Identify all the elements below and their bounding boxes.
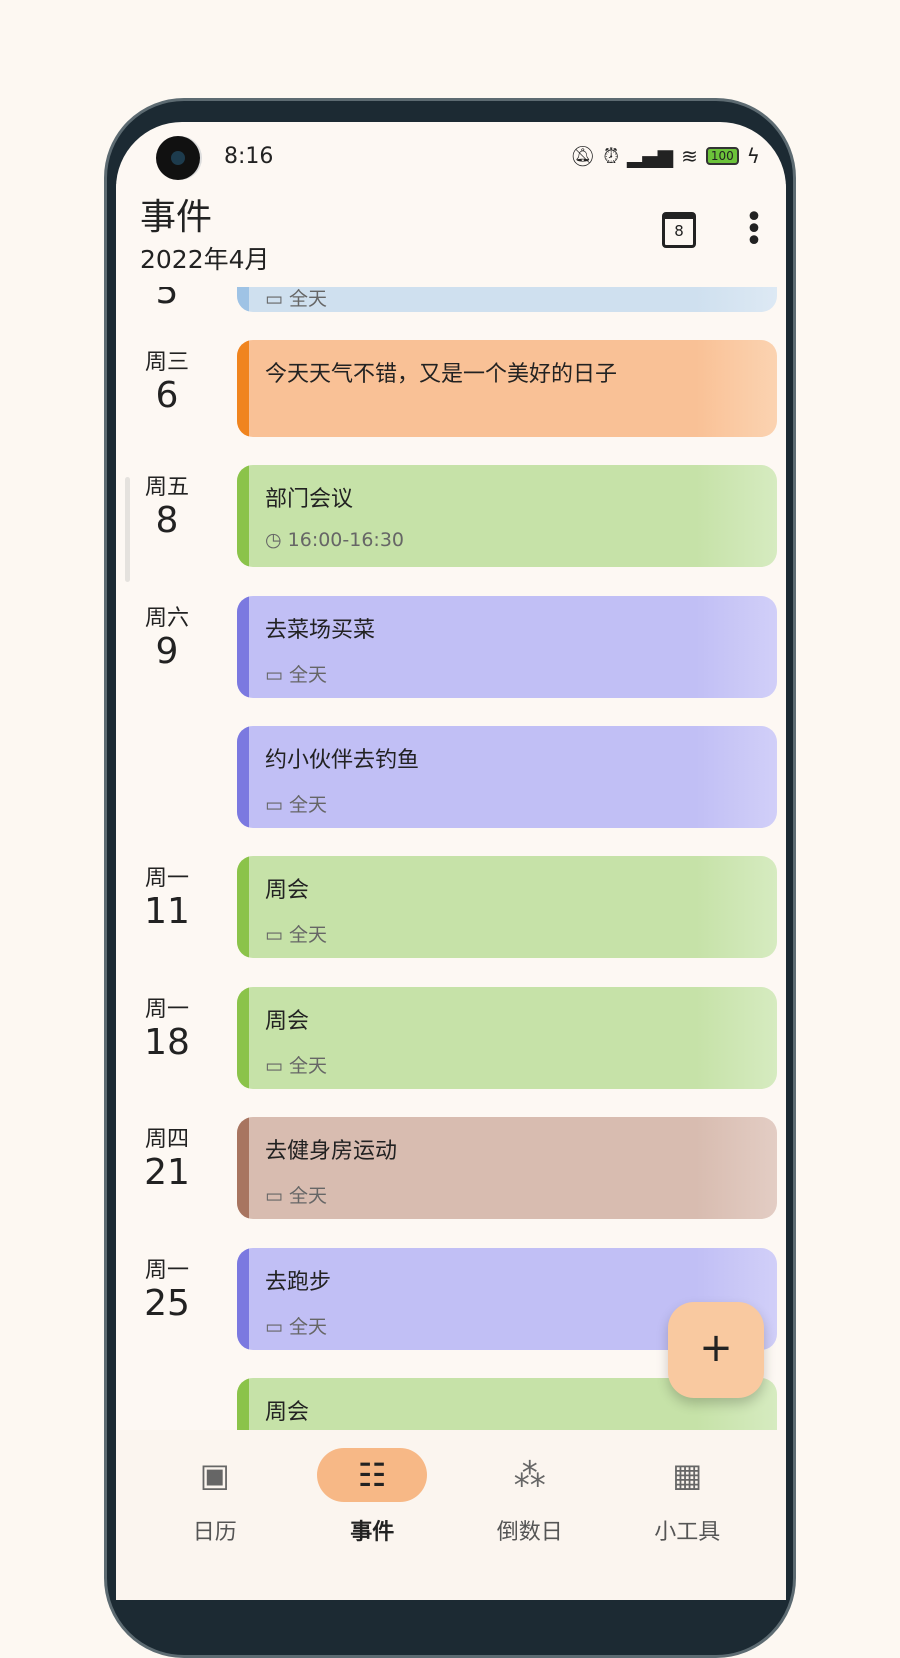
wifi-icon: ≋ [681,144,698,168]
event-card[interactable]: 今天天气不错，又是一个美好的日子 [237,340,777,437]
event-card[interactable]: 约小伙伴去钓鱼 ▭ 全天 [237,726,777,828]
event-card[interactable]: 去健身房运动 ▭ 全天 [237,1117,777,1219]
status-bar: 8:16 🔕︎ ⏰︎ ▂▄▆ ≋ 100 ϟ [116,122,786,192]
nav-events[interactable]: ☷ 事件 [294,1430,452,1600]
camera-cutout [156,136,200,180]
list-icon: ☷ [317,1448,428,1502]
day-label: 周一 11 [144,866,190,932]
calendar-icon: ▭ [265,1055,283,1077]
signal-icon: ▂▄▆ [626,144,674,168]
scrollbar[interactable] [125,477,130,582]
alarm-icon: ⏰︎ [603,144,619,168]
app-header: 事件 2022年4月 8 • • • [116,184,786,287]
today-calendar-button[interactable]: 8 [662,212,696,248]
day-label: 周三 6 [144,350,189,416]
calendar-icon: ▭ [265,1185,283,1207]
calendar-icon: ▣ [199,1456,230,1494]
calendar-icon: ▭ [265,924,283,946]
bubbles-icon: ⁂ [513,1456,546,1494]
day-label: 周五 8 [144,475,189,541]
more-menu-icon[interactable]: • • • [744,203,764,257]
mute-icon: 🔕︎ [569,144,596,168]
nav-tools[interactable]: ▦ 小工具 [609,1430,767,1600]
grid-icon: ▦ [672,1456,703,1494]
clock-icon: ◷ [265,529,282,551]
page-title: 事件 [140,197,213,238]
calendar-icon: ▭ [265,794,283,816]
month-label[interactable]: 2022年4月 [140,240,270,276]
event-card[interactable]: 去菜场买菜 ▭ 全天 [237,596,777,698]
day-label: 周一 25 [144,1258,190,1324]
bottom-nav: ▣ 日历 ☷ 事件 ⁂ 倒数日 ▦ 小工具 [116,1430,786,1600]
event-card[interactable]: 周会 ▭ 全天 [237,856,777,958]
nav-countdown[interactable]: ⁂ 倒数日 [451,1430,609,1600]
charging-icon: ϟ [746,144,760,168]
calendar-icon: ▭ [265,664,283,686]
clock: 8:16 [224,144,274,169]
day-label: 周一 18 [144,997,190,1063]
nav-calendar[interactable]: ▣ 日历 [136,1430,294,1600]
screen: 5 ▭ 全天 周三 6 今天天气不错，又是一个美好的日子 周五 8 部门会议 ◷ 16… [116,122,786,1600]
event-card[interactable]: 部门会议 ◷ 16:00-16:30 [237,465,777,567]
day-label: 周四 21 [144,1127,190,1193]
calendar-icon: ▭ [265,1316,283,1338]
add-event-button[interactable]: + [668,1302,764,1398]
event-card[interactable]: 周会 ▭ 全天 [237,987,777,1089]
battery-icon: 100 [705,147,739,165]
day-label: 周六 9 [144,606,189,672]
